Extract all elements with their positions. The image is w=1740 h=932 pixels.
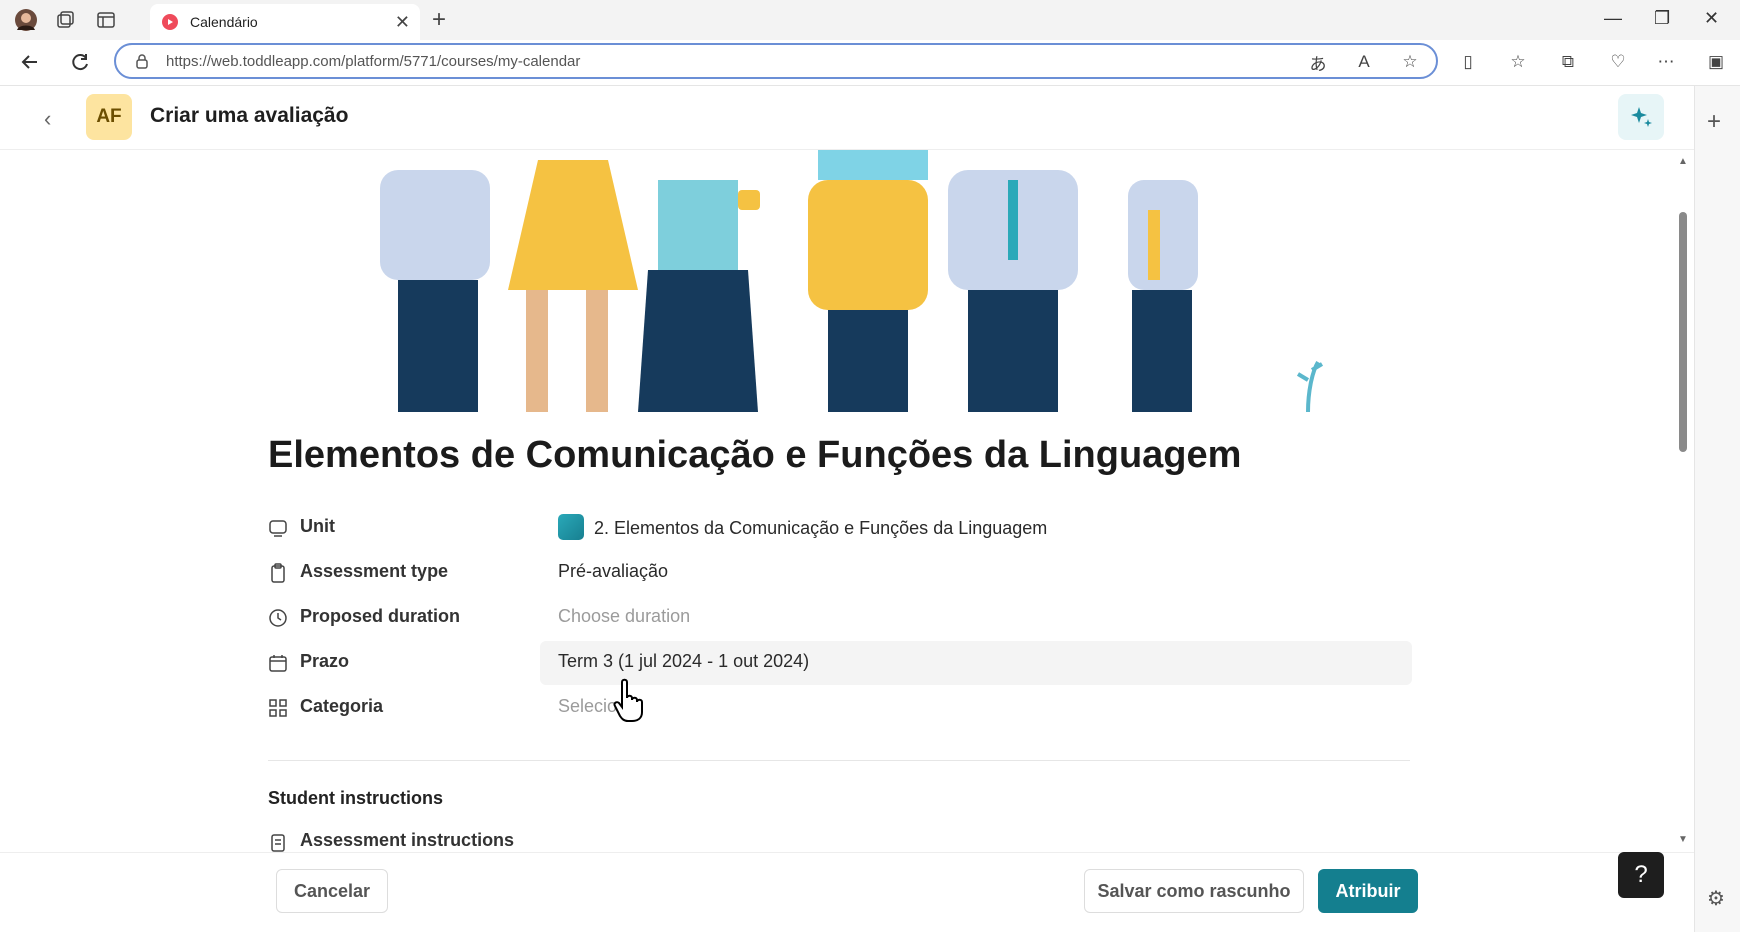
assign-button[interactable]: Atribuir — [1318, 869, 1418, 913]
section-divider — [268, 760, 1410, 761]
help-button[interactable]: ? — [1618, 852, 1664, 898]
tab-calendario[interactable]: Calendário ✕ — [150, 4, 420, 40]
scroll-down-icon[interactable]: ▼ — [1678, 834, 1688, 845]
save-draft-button[interactable]: Salvar como rascunho — [1084, 869, 1304, 913]
field-assessment-type[interactable]: Assessment type Pré-avaliação — [268, 551, 1412, 595]
tab-title: Calendário — [190, 14, 258, 30]
workspaces-icon[interactable] — [54, 8, 78, 32]
favorites-icon[interactable]: ☆ — [1506, 50, 1530, 74]
app-header: ‹ AF Criar uma avaliação — [0, 86, 1694, 150]
field-prazo[interactable]: Prazo Term 3 (1 jul 2024 - 1 out 2024) — [268, 641, 1412, 685]
toddle-app: ‹ AF Criar uma avaliação Elementos de Co… — [0, 86, 1694, 932]
field-label: Unit — [300, 516, 335, 536]
section-heading: Student instructions — [268, 788, 443, 808]
lock-icon[interactable] — [134, 53, 150, 73]
field-categoria[interactable]: Categoria Selecio — [268, 686, 1412, 730]
browser-tab-bar: Calendário ✕ + — ❐ ✕ — [0, 0, 1740, 40]
unit-color-swatch — [558, 514, 584, 540]
browser-essentials-icon[interactable]: ♡ — [1606, 50, 1630, 74]
field-assessment-instructions[interactable]: Assessment instructions — [268, 820, 1412, 852]
url-text: https://web.toddleapp.com/platform/5771/… — [166, 52, 581, 70]
calendar-icon — [268, 653, 290, 675]
scrollbar[interactable]: ▲ ▼ — [1676, 156, 1690, 848]
browser-toolbar: https://web.toddleapp.com/platform/5771/… — [0, 40, 1740, 86]
page-title: Criar uma avaliação — [150, 104, 349, 127]
settings-gear-icon[interactable]: ⚙ — [1707, 886, 1725, 911]
field-label: Categoria — [300, 696, 384, 716]
clipboard-icon — [268, 563, 290, 585]
field-label: Assessment instructions — [300, 830, 515, 850]
grid-icon — [268, 698, 290, 720]
new-tab-icon[interactable]: + — [432, 6, 446, 34]
translate-icon[interactable]: あ — [1306, 50, 1330, 74]
scroll-up-icon[interactable]: ▲ — [1678, 156, 1688, 167]
footer-actions: Cancelar Salvar como rascunho Atribuir — [0, 852, 1694, 932]
add-sidebar-icon[interactable]: + — [1707, 108, 1721, 136]
sidebar-toggle-icon[interactable]: ▣ — [1704, 50, 1728, 74]
cancel-button[interactable]: Cancelar — [276, 869, 388, 913]
split-screen-icon[interactable]: ▯ — [1456, 50, 1480, 74]
main-content: Elementos de Comunicação e Funções da Li… — [0, 150, 1680, 852]
unit-icon — [268, 518, 290, 540]
field-value: Pré-avaliação — [558, 561, 669, 581]
field-value: 2. Elementos da Comunicação e Funções da… — [558, 514, 1047, 542]
field-value: Selecio — [558, 696, 618, 716]
chevron-left-icon[interactable]: ‹ — [44, 106, 51, 132]
favorite-star-icon[interactable]: ☆ — [1398, 50, 1422, 74]
tab-actions-icon[interactable] — [94, 8, 118, 32]
read-aloud-icon[interactable]: A — [1352, 50, 1376, 74]
field-value: Choose duration — [558, 606, 691, 626]
field-value: Term 3 (1 jul 2024 - 1 out 2024) — [558, 651, 810, 671]
minimize-icon[interactable]: — — [1604, 8, 1622, 29]
scrollbar-thumb[interactable] — [1679, 212, 1687, 452]
restore-icon[interactable]: ❐ — [1654, 8, 1670, 29]
field-unit[interactable]: Unit 2. Elementos da Comunicação e Funçõ… — [268, 506, 1412, 550]
back-icon[interactable] — [18, 50, 42, 74]
field-label: Proposed duration — [300, 606, 461, 626]
more-options-icon[interactable]: ⋯ — [1654, 50, 1678, 74]
field-label: Assessment type — [300, 561, 449, 581]
document-list-icon — [268, 832, 290, 852]
hand-cursor-icon — [612, 678, 648, 727]
address-bar[interactable]: https://web.toddleapp.com/platform/5771/… — [114, 43, 1438, 79]
clock-icon — [268, 608, 290, 630]
avatar: AF — [86, 94, 132, 140]
browser-sidebar: + ⚙ — [1694, 86, 1740, 932]
close-window-icon[interactable]: ✕ — [1704, 8, 1719, 29]
profile-avatar-icon[interactable] — [14, 8, 38, 32]
field-label: Prazo — [300, 651, 350, 671]
close-tab-icon[interactable]: ✕ — [395, 12, 410, 33]
assessment-title: Elementos de Comunicação e Funções da Li… — [268, 434, 1242, 476]
toddle-favicon-icon — [162, 14, 178, 30]
field-proposed-duration[interactable]: Proposed duration Choose duration — [268, 596, 1412, 640]
collections-icon[interactable]: ⧉ — [1556, 50, 1580, 74]
banner-illustration — [268, 150, 1408, 412]
refresh-icon[interactable] — [68, 50, 92, 74]
ai-sparkle-button[interactable] — [1618, 94, 1664, 140]
